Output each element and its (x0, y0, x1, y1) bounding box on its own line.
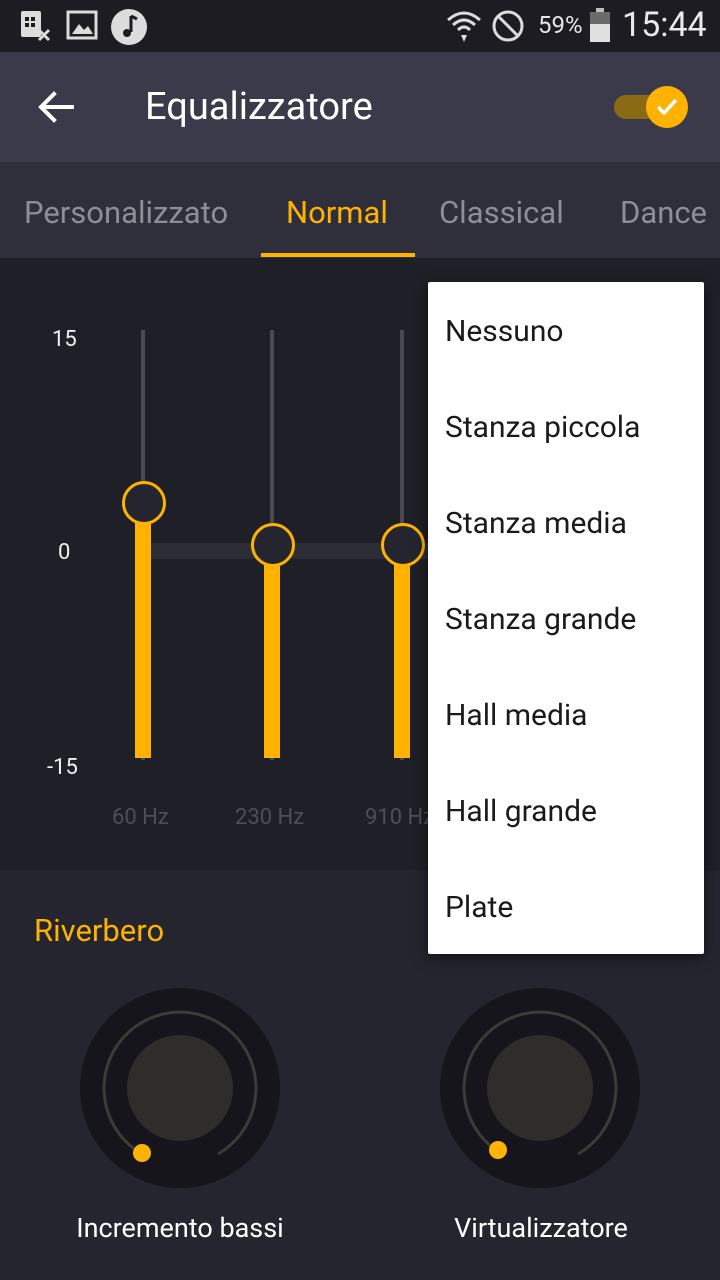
band-frequency-label: 60 Hz (112, 805, 169, 830)
check-icon (656, 98, 678, 116)
band-knob[interactable] (251, 523, 295, 567)
menu-item-hall-grande[interactable]: Hall grande (445, 794, 597, 829)
menu-item-plate[interactable]: Plate (445, 890, 513, 925)
band-fill (135, 502, 151, 758)
scale-min-label: -15 (47, 755, 78, 780)
page-title: Equalizzatore (145, 85, 373, 129)
band-slider-230hz[interactable] (242, 330, 302, 765)
battery-percentage: 59% (538, 11, 583, 39)
status-clock: 15:44 (622, 5, 707, 45)
menu-item-nessuno[interactable]: Nessuno (445, 314, 564, 349)
tab-classical[interactable]: Classical (439, 194, 564, 231)
arrow-left-icon[interactable] (36, 86, 78, 128)
menu-item-stanza-piccola[interactable]: Stanza piccola (445, 410, 640, 445)
menu-item-stanza-grande[interactable]: Stanza grande (445, 602, 636, 637)
active-tab-indicator (261, 253, 415, 257)
scale-max-label: 15 (52, 327, 77, 352)
band-fill (394, 545, 410, 758)
image-icon (66, 10, 98, 40)
bass-boost-label: Incremento bassi (76, 1212, 284, 1244)
do-not-disturb-icon (492, 10, 524, 42)
music-note-icon (111, 9, 147, 45)
toggle-thumb (646, 86, 688, 128)
reverb-options-menu: Nessuno Stanza piccola Stanza media Stan… (428, 282, 704, 954)
virtualizer-dial[interactable] (440, 988, 640, 1188)
bass-boost-dial[interactable] (80, 988, 280, 1188)
scale-zero-label: 0 (58, 540, 71, 565)
band-frequency-label: 910 Hz (365, 805, 435, 830)
band-frequency-label: 230 Hz (235, 805, 305, 830)
reverb-section-title: Riverbero (34, 912, 165, 949)
menu-item-hall-media[interactable]: Hall media (445, 698, 588, 733)
sim-card-off-icon (21, 11, 51, 42)
wifi-icon (447, 11, 481, 42)
band-slider-910hz[interactable] (372, 330, 432, 765)
battery-icon (590, 8, 610, 42)
tab-personalizzato[interactable]: Personalizzato (24, 194, 228, 231)
menu-item-stanza-media[interactable]: Stanza media (445, 506, 627, 541)
status-bar: 59% 15:44 (0, 0, 720, 52)
band-slider-60hz[interactable] (113, 330, 173, 765)
tab-normal[interactable]: Normal (286, 194, 388, 231)
equalizer-enable-toggle[interactable] (614, 86, 688, 128)
band-fill (264, 545, 280, 758)
virtualizer-label: Virtualizzatore (454, 1212, 628, 1244)
band-knob[interactable] (122, 480, 166, 525)
band-knob[interactable] (381, 523, 425, 567)
app-bar: Equalizzatore (0, 52, 720, 162)
tab-dance[interactable]: Dance (620, 194, 707, 231)
preset-tabs: Personalizzato Normal Classical Dance (0, 162, 720, 258)
